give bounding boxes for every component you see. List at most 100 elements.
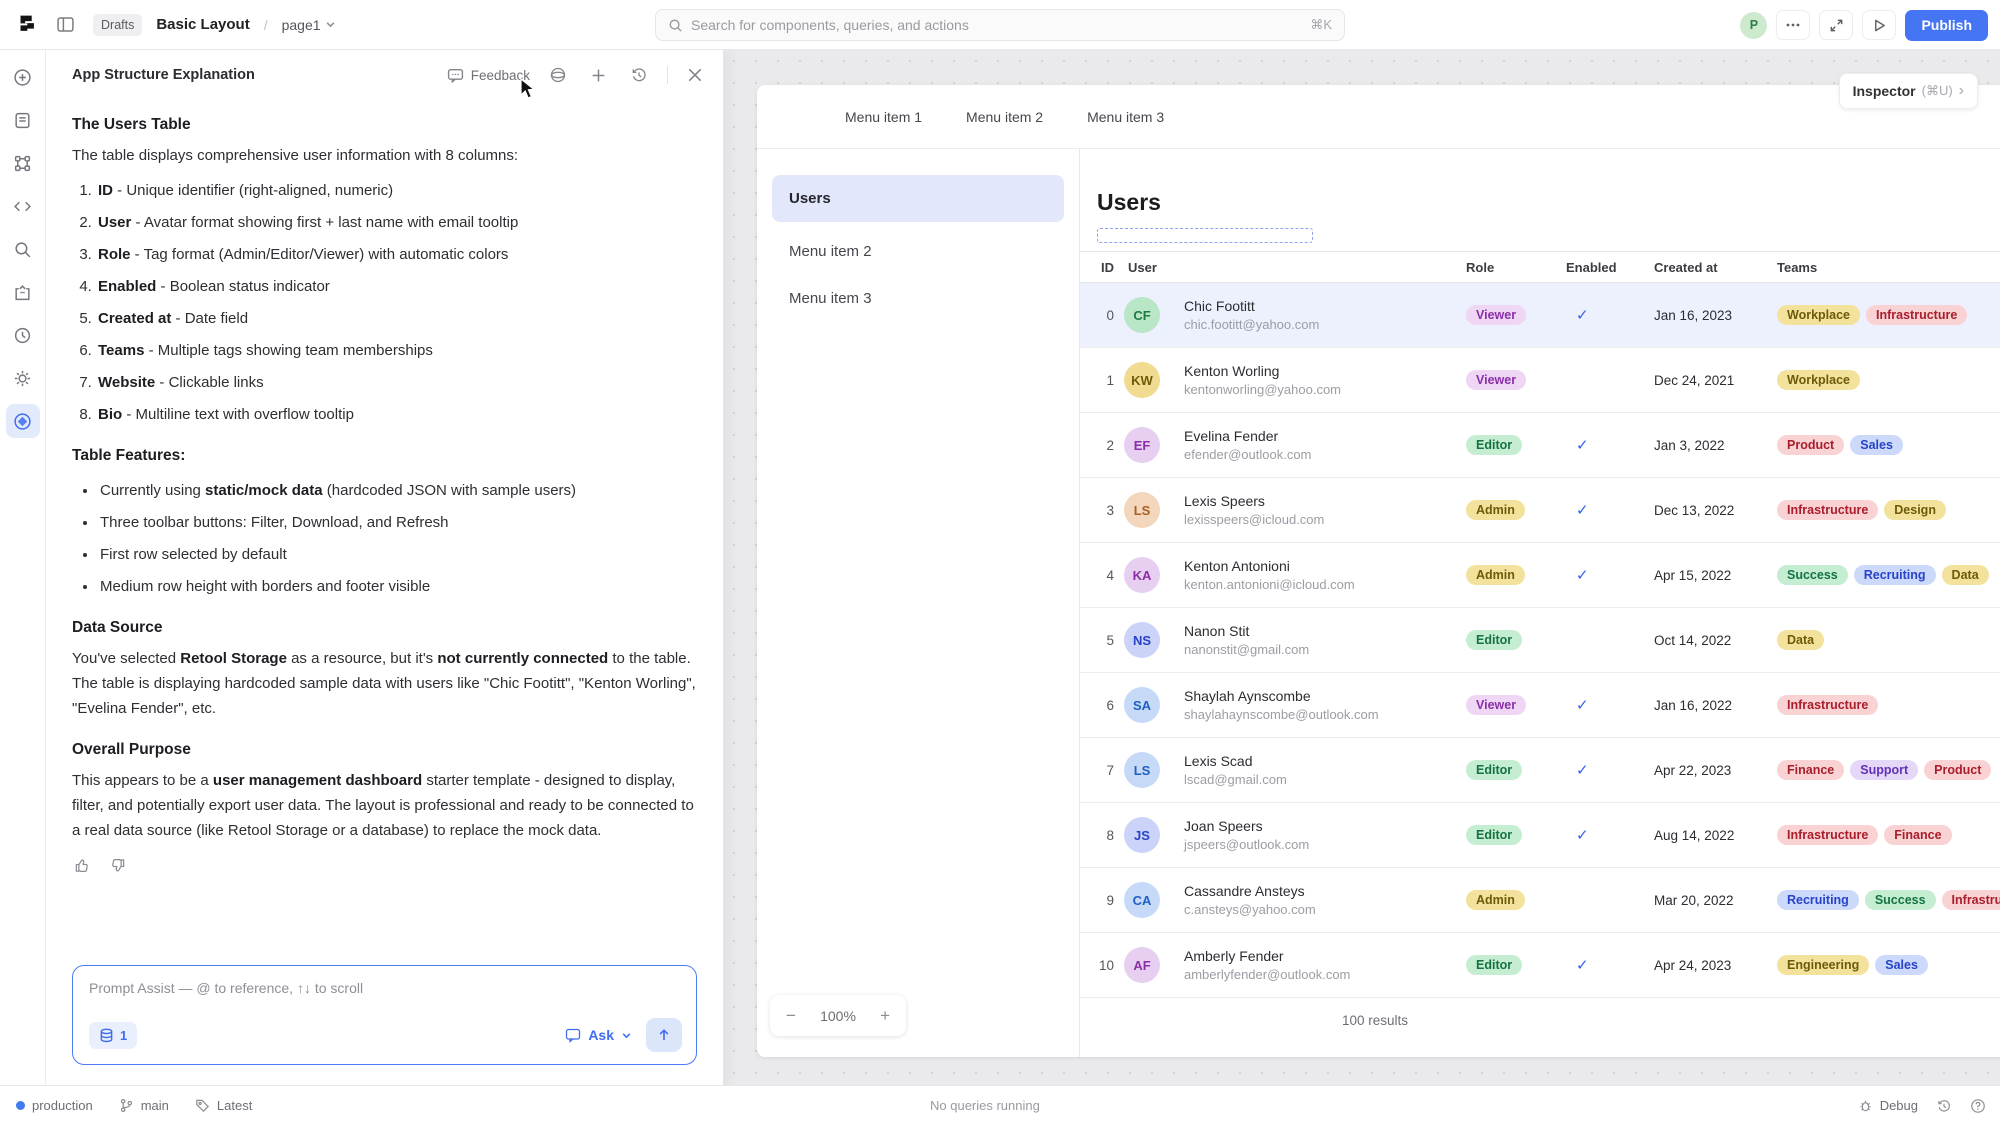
search-placeholder: Search for components, queries, and acti… xyxy=(691,17,1302,33)
git-branch-icon xyxy=(119,1098,134,1113)
sidebar-item-menu-3[interactable]: Menu item 3 xyxy=(772,275,1064,322)
table-row[interactable]: 7 LSLexis Scadlscad@gmail.com Editor ✓ A… xyxy=(1080,738,2000,803)
column-header-user[interactable]: User xyxy=(1114,260,1466,275)
column-header-role[interactable]: Role xyxy=(1466,260,1566,275)
user-avatar[interactable]: P xyxy=(1740,12,1767,39)
team-tag: Sales xyxy=(1875,955,1928,975)
toolbox-icon[interactable] xyxy=(6,275,40,309)
components-icon[interactable] xyxy=(6,146,40,180)
team-tag: Success xyxy=(1865,890,1936,910)
database-icon xyxy=(99,1028,114,1043)
model-selector-icon[interactable] xyxy=(545,62,571,88)
column-header-teams[interactable]: Teams xyxy=(1777,260,2000,275)
thumbs-down-icon[interactable] xyxy=(107,855,128,876)
ai-assistant-icon[interactable] xyxy=(6,404,40,438)
menu-item-1[interactable]: Menu item 1 xyxy=(845,109,922,125)
table-row[interactable]: 8 JSJoan Speersjspeers@outlook.com Edito… xyxy=(1080,803,2000,868)
release-history-icon[interactable] xyxy=(1936,1098,1952,1114)
menu-item-3[interactable]: Menu item 3 xyxy=(1087,109,1164,125)
list-item: ID - Unique identifier (right-aligned, n… xyxy=(96,178,697,203)
features-list: Currently using static/mock data (hardco… xyxy=(72,478,697,599)
context-chip[interactable]: 1 xyxy=(89,1022,137,1049)
list-item: Role - Tag format (Admin/Editor/Viewer) … xyxy=(96,242,697,267)
environment-selector[interactable]: production xyxy=(16,1098,93,1113)
publish-button[interactable]: Publish xyxy=(1905,10,1988,41)
list-item: User - Avatar format showing first + las… xyxy=(96,210,697,235)
settings-icon[interactable] xyxy=(6,361,40,395)
ask-mode-selector[interactable]: Ask xyxy=(565,1027,632,1043)
page-selector[interactable]: page1 xyxy=(282,17,336,33)
column-header-enabled[interactable]: Enabled xyxy=(1566,260,1654,275)
more-options-button[interactable] xyxy=(1776,10,1810,40)
team-tag: Success xyxy=(1777,565,1848,585)
branch-selector[interactable]: main xyxy=(119,1098,169,1113)
version-selector[interactable]: Latest xyxy=(195,1098,252,1113)
add-component-icon[interactable] xyxy=(6,60,40,94)
drafts-badge[interactable]: Drafts xyxy=(93,14,142,36)
avatar: AF xyxy=(1124,947,1160,983)
inspector-button[interactable]: Inspector (⌘U) › xyxy=(1839,73,1978,109)
app-title: Basic Layout xyxy=(156,16,249,33)
debug-button[interactable]: Debug xyxy=(1858,1098,1918,1113)
zoom-in-button[interactable]: + xyxy=(880,1006,890,1026)
column-header-created[interactable]: Created at xyxy=(1654,260,1777,275)
queries-status: No queries running xyxy=(930,1098,1040,1113)
menu-item-2[interactable]: Menu item 2 xyxy=(966,109,1043,125)
new-chat-icon[interactable] xyxy=(586,63,611,88)
list-item: Three toolbar buttons: Filter, Download,… xyxy=(98,510,697,535)
environment-dot-icon xyxy=(16,1101,25,1110)
sidebar-item-users[interactable]: Users xyxy=(772,175,1064,222)
history-icon[interactable] xyxy=(6,318,40,352)
team-tag: Infrastructure xyxy=(1866,305,1967,325)
workspace: App Structure Explanation Feedback xyxy=(0,50,2000,1085)
thumbs-up-icon[interactable] xyxy=(72,855,93,876)
table-row[interactable]: 2 EFEvelina Fenderefender@outlook.com Ed… xyxy=(1080,413,2000,478)
send-button[interactable] xyxy=(646,1018,682,1052)
avatar: EF xyxy=(1124,427,1160,463)
table-row[interactable]: 9 CACassandre Ansteysc.ansteys@yahoo.com… xyxy=(1080,868,2000,933)
breadcrumb-separator: / xyxy=(264,17,268,33)
avatar: KA xyxy=(1124,557,1160,593)
purpose-paragraph: This appears to be a user management das… xyxy=(72,768,697,843)
team-tag: Recruiting xyxy=(1854,565,1936,585)
table-row[interactable]: 5 NSNanon Stitnanonstit@gmail.com Editor… xyxy=(1080,608,2000,673)
code-icon[interactable] xyxy=(6,189,40,223)
list-item: Currently using static/mock data (hardco… xyxy=(98,478,697,503)
app-frame: Menu item 1 Menu item 2 Menu item 3 User… xyxy=(757,85,2000,1057)
table-row[interactable]: 3 LSLexis Speerslexisspeers@icloud.com A… xyxy=(1080,478,2000,543)
datasource-paragraph: You've selected Retool Storage as a reso… xyxy=(72,646,697,721)
search-panel-icon[interactable] xyxy=(6,232,40,266)
enabled-check-icon: ✓ xyxy=(1566,436,1654,454)
feedback-button[interactable]: Feedback xyxy=(447,67,530,84)
pages-icon[interactable] xyxy=(6,103,40,137)
app-main: Users ID User Role Enabled Created at Te… xyxy=(1079,149,2000,1057)
close-icon[interactable] xyxy=(683,63,707,87)
panel-toggle-icon[interactable] xyxy=(52,11,79,38)
column-header-id[interactable]: ID xyxy=(1092,260,1114,275)
selected-component-outline[interactable] xyxy=(1097,228,1313,243)
table-row[interactable]: 10 AFAmberly Fenderamberlyfender@outlook… xyxy=(1080,933,2000,998)
prompt-input[interactable]: Prompt Assist — @ to reference, ↑↓ to sc… xyxy=(72,965,697,1065)
app-sidebar: Users Menu item 2 Menu item 3 xyxy=(757,149,1079,1057)
list-item: Created at - Date field xyxy=(96,306,697,331)
help-icon[interactable] xyxy=(1970,1098,1986,1114)
sidebar-item-menu-2[interactable]: Menu item 2 xyxy=(772,228,1064,275)
table-footer: 100 results xyxy=(1080,998,2000,1043)
enabled-check-icon: ✓ xyxy=(1566,956,1654,974)
table-row[interactable]: 0 CFChic Footittchic.footitt@yahoo.com V… xyxy=(1080,283,2000,348)
preview-button[interactable] xyxy=(1862,10,1896,40)
search-input[interactable]: Search for components, queries, and acti… xyxy=(655,9,1345,41)
expand-button[interactable] xyxy=(1819,10,1853,40)
play-icon xyxy=(1872,18,1887,33)
arrow-up-icon xyxy=(656,1027,672,1043)
chat-history-icon[interactable] xyxy=(626,62,652,88)
table-row[interactable]: 6 SAShaylah Aynscombeshaylahaynscombe@ou… xyxy=(1080,673,2000,738)
team-tag: Infrastructure xyxy=(1942,890,2000,910)
table-row[interactable]: 4 KAKenton Antonionikenton.antonioni@icl… xyxy=(1080,543,2000,608)
zoom-out-button[interactable]: − xyxy=(786,1006,796,1026)
enabled-check-icon: ✓ xyxy=(1566,501,1654,519)
search-icon xyxy=(668,18,683,33)
enabled-check-icon: ✓ xyxy=(1566,761,1654,779)
table-row[interactable]: 1 KWKenton Worlingkentonworling@yahoo.co… xyxy=(1080,348,2000,413)
avatar: KW xyxy=(1124,362,1160,398)
